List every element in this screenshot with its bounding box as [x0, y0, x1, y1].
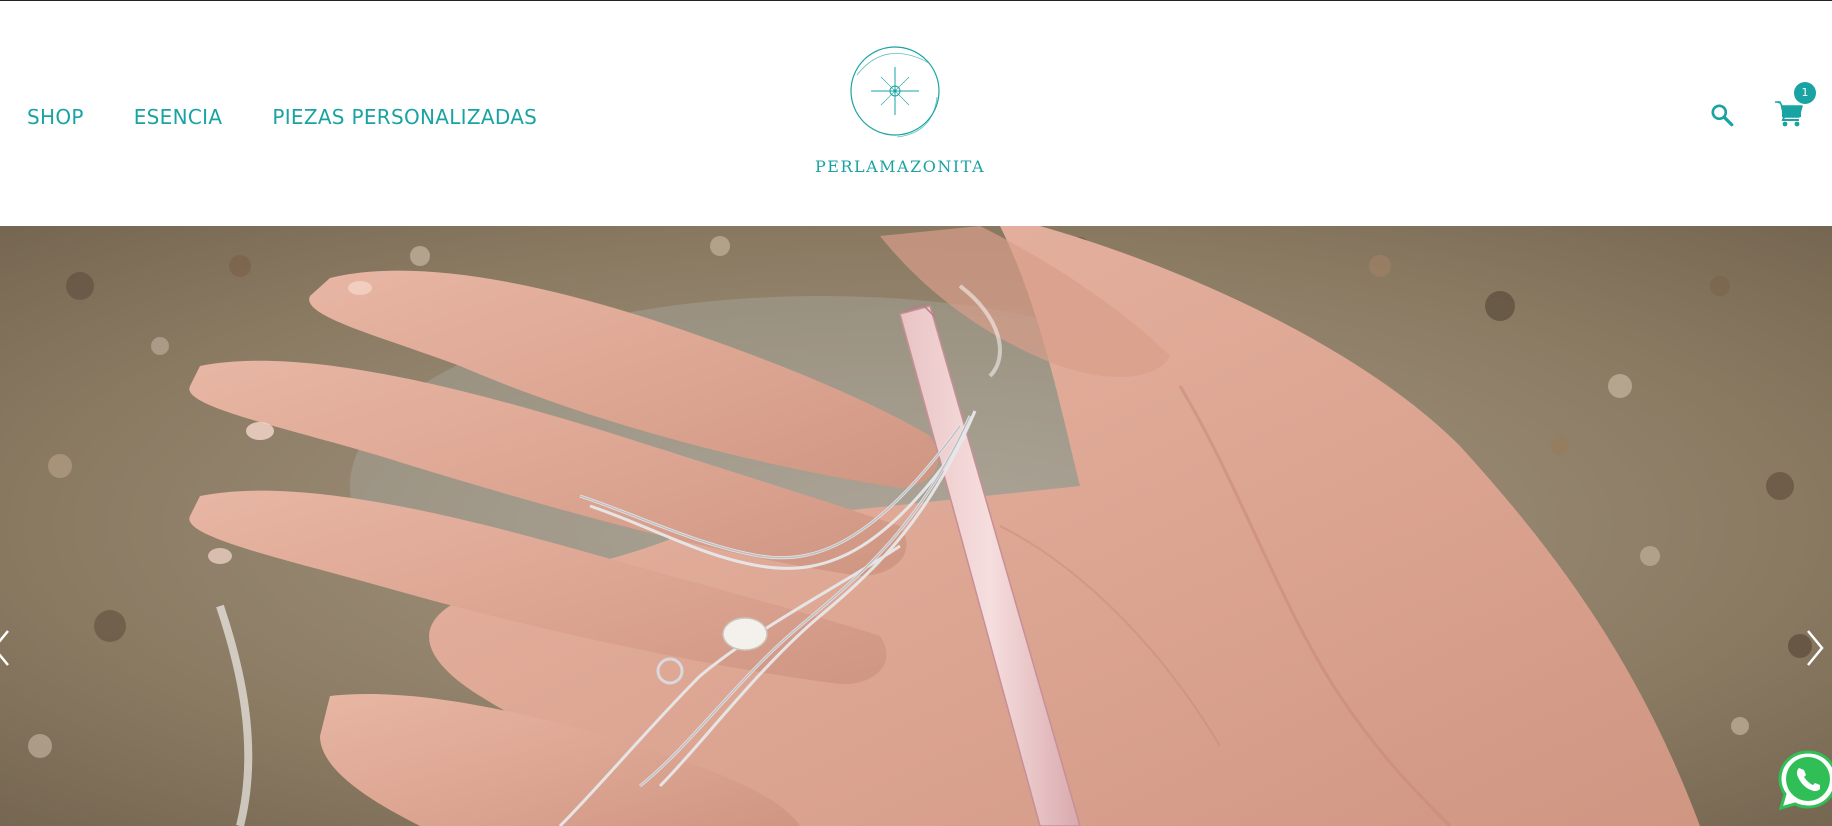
- hero-slider: [0, 226, 1832, 826]
- site-header: SHOP ESENCIA PIEZAS PERSONALIZADAS PERLA…: [0, 1, 1832, 226]
- whatsapp-icon: [1778, 750, 1832, 811]
- nav-link-shop[interactable]: SHOP: [27, 105, 84, 129]
- main-nav: SHOP ESENCIA PIEZAS PERSONALIZADAS: [27, 105, 587, 129]
- search-icon[interactable]: [1709, 102, 1735, 128]
- slider-prev-button[interactable]: [0, 623, 16, 673]
- chevron-right-icon: [1807, 630, 1824, 666]
- compass-star-icon: [850, 46, 940, 138]
- cart-icon[interactable]: [1774, 99, 1804, 127]
- chevron-left-icon: [0, 630, 9, 666]
- site-logo[interactable]: PERLAMAZONITA: [815, 45, 986, 185]
- cart-count-badge: 1: [1794, 82, 1816, 104]
- nav-link-piezas-personalizadas[interactable]: PIEZAS PERSONALIZADAS: [272, 105, 537, 129]
- slider-next-button[interactable]: [1800, 623, 1830, 673]
- whatsapp-button[interactable]: [1776, 748, 1832, 812]
- logo-text: PERLAMAZONITA: [815, 157, 986, 176]
- nav-link-esencia[interactable]: ESENCIA: [134, 105, 223, 129]
- hero-image: [0, 226, 1832, 826]
